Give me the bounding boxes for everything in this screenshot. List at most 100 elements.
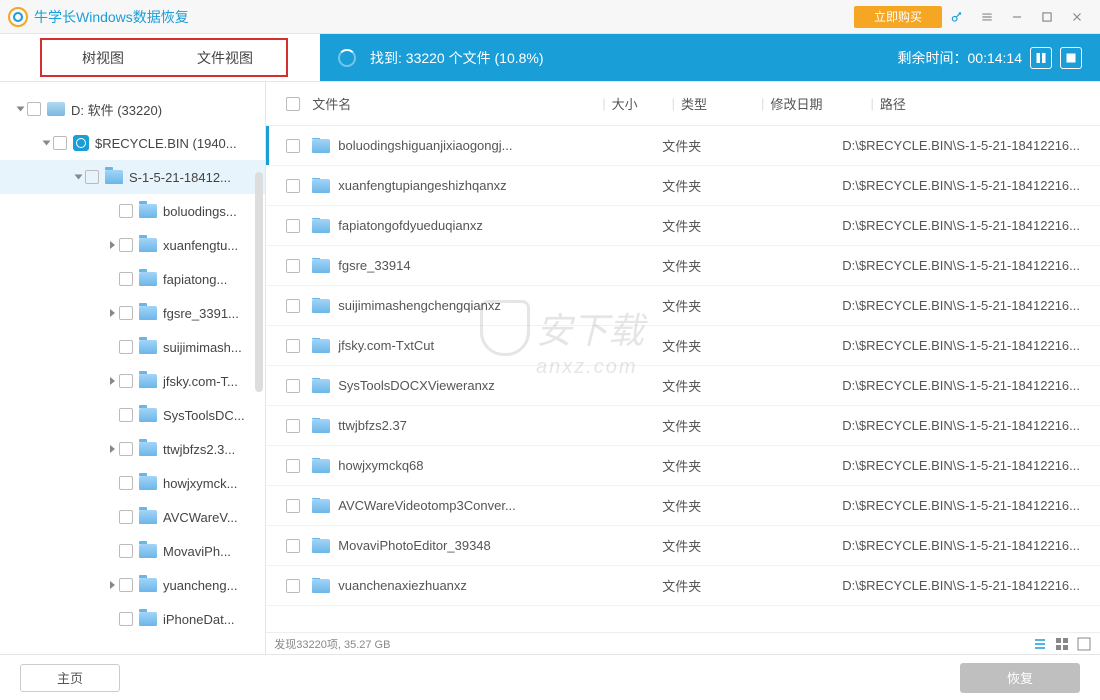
buy-button[interactable]: 立即购买 xyxy=(854,6,942,28)
tree-item[interactable]: iPhoneDat... xyxy=(0,602,265,636)
recover-button[interactable]: 恢复 xyxy=(960,663,1080,693)
file-path: D:\$RECYCLE.BIN\S-1-5-21-18412216... xyxy=(842,378,1080,393)
file-name: fgsre_33914 xyxy=(338,258,410,273)
checkbox[interactable] xyxy=(119,442,133,456)
checkbox[interactable] xyxy=(53,136,67,150)
tree-item[interactable]: fgsre_3391... xyxy=(0,296,265,330)
tree-item[interactable]: xuanfengtu... xyxy=(0,228,265,262)
tree-item[interactable]: MovaviPh... xyxy=(0,534,265,568)
tree-item[interactable]: SysToolsDC... xyxy=(0,398,265,432)
tree-item[interactable]: boluodings... xyxy=(0,194,265,228)
col-date[interactable]: 修改日期 xyxy=(770,94,870,113)
key-icon[interactable] xyxy=(942,0,972,34)
checkbox[interactable] xyxy=(27,102,41,116)
file-path: D:\$RECYCLE.BIN\S-1-5-21-18412216... xyxy=(842,498,1080,513)
file-row[interactable]: fapiatongofdyueduqianxz文件夹D:\$RECYCLE.BI… xyxy=(266,206,1100,246)
tree-item[interactable]: yuancheng... xyxy=(0,568,265,602)
file-row[interactable]: suijimimashengchengqianxz文件夹D:\$RECYCLE.… xyxy=(266,286,1100,326)
tree-label: S-1-5-21-18412... xyxy=(129,170,231,185)
file-row[interactable]: jfsky.com-TxtCut文件夹D:\$RECYCLE.BIN\S-1-5… xyxy=(266,326,1100,366)
view-detail-icon[interactable] xyxy=(1076,636,1092,652)
file-path: D:\$RECYCLE.BIN\S-1-5-21-18412216... xyxy=(842,338,1080,353)
tree-item[interactable]: ttwjbfzs2.3... xyxy=(0,432,265,466)
footer: 主页 恢复 xyxy=(0,654,1100,700)
file-row[interactable]: howjxymckq68文件夹D:\$RECYCLE.BIN\S-1-5-21-… xyxy=(266,446,1100,486)
tree-item[interactable]: jfsky.com-T... xyxy=(0,364,265,398)
checkbox[interactable] xyxy=(85,170,99,184)
file-type: 文件夹 xyxy=(662,256,742,275)
checkbox[interactable] xyxy=(286,339,300,353)
tree-recycle[interactable]: $RECYCLE.BIN (1940... xyxy=(0,126,265,160)
checkbox[interactable] xyxy=(286,259,300,273)
file-row[interactable]: SysToolsDOCXVieweranxz文件夹D:\$RECYCLE.BIN… xyxy=(266,366,1100,406)
view-grid-icon[interactable] xyxy=(1054,636,1070,652)
tab-tree-view[interactable]: 树视图 xyxy=(42,40,164,75)
folder-icon xyxy=(312,299,330,313)
pause-button[interactable] xyxy=(1030,47,1052,69)
file-row[interactable]: ttwjbfzs2.37文件夹D:\$RECYCLE.BIN\S-1-5-21-… xyxy=(266,406,1100,446)
checkbox[interactable] xyxy=(286,419,300,433)
checkbox[interactable] xyxy=(119,476,133,490)
checkbox[interactable] xyxy=(119,272,133,286)
tree-item[interactable]: fapiatong... xyxy=(0,262,265,296)
scan-status-bar: 找到: 33220 个文件 (10.8%) 剩余时间： 00:14:14 xyxy=(320,34,1100,81)
expand-icon[interactable] xyxy=(110,241,115,249)
menu-icon[interactable] xyxy=(972,0,1002,34)
tree-item[interactable]: howjxymck... xyxy=(0,466,265,500)
folder-icon xyxy=(312,459,330,473)
folder-icon xyxy=(139,442,157,456)
checkbox[interactable] xyxy=(286,499,300,513)
checkbox[interactable] xyxy=(286,219,300,233)
close-icon[interactable] xyxy=(1062,0,1092,34)
tree-sid[interactable]: S-1-5-21-18412... xyxy=(0,160,265,194)
tree-item[interactable]: AVCWareV... xyxy=(0,500,265,534)
file-row[interactable]: boluodingshiguanjixiaogongj...文件夹D:\$REC… xyxy=(266,126,1100,166)
checkbox[interactable] xyxy=(119,544,133,558)
col-type[interactable]: 类型 xyxy=(681,94,761,113)
checkbox[interactable] xyxy=(119,374,133,388)
tab-file-view[interactable]: 文件视图 xyxy=(164,40,286,75)
col-name[interactable]: 文件名 xyxy=(312,94,602,113)
checkbox-all[interactable] xyxy=(286,97,300,111)
checkbox[interactable] xyxy=(286,459,300,473)
folder-icon xyxy=(139,544,157,558)
checkbox[interactable] xyxy=(119,578,133,592)
checkbox[interactable] xyxy=(119,204,133,218)
expand-icon[interactable] xyxy=(110,309,115,317)
checkbox[interactable] xyxy=(286,299,300,313)
tree-item[interactable]: suijimimash... xyxy=(0,330,265,364)
file-row[interactable]: xuanfengtupiangeshizhqanxz文件夹D:\$RECYCLE… xyxy=(266,166,1100,206)
view-list-icon[interactable] xyxy=(1032,636,1048,652)
file-row[interactable]: AVCWareVideotomp3Conver...文件夹D:\$RECYCLE… xyxy=(266,486,1100,526)
minimize-icon[interactable] xyxy=(1002,0,1032,34)
file-row[interactable]: fgsre_33914文件夹D:\$RECYCLE.BIN\S-1-5-21-1… xyxy=(266,246,1100,286)
expand-icon[interactable] xyxy=(110,377,115,385)
checkbox[interactable] xyxy=(119,340,133,354)
content-pane: 文件名 |大小 |类型 |修改日期 |路径 boluodingshiguanji… xyxy=(266,82,1100,654)
checkbox[interactable] xyxy=(119,306,133,320)
file-type: 文件夹 xyxy=(662,456,742,475)
checkbox[interactable] xyxy=(119,510,133,524)
checkbox[interactable] xyxy=(286,579,300,593)
file-path: D:\$RECYCLE.BIN\S-1-5-21-18412216... xyxy=(842,458,1080,473)
folder-icon xyxy=(139,204,157,218)
maximize-icon[interactable] xyxy=(1032,0,1062,34)
file-row[interactable]: MovaviPhotoEditor_39348文件夹D:\$RECYCLE.BI… xyxy=(266,526,1100,566)
stop-button[interactable] xyxy=(1060,47,1082,69)
expand-icon[interactable] xyxy=(110,445,115,453)
file-row[interactable]: vuanchenaxiezhuanxz文件夹D:\$RECYCLE.BIN\S-… xyxy=(266,566,1100,606)
tree-label: SysToolsDC... xyxy=(163,408,245,423)
home-button[interactable]: 主页 xyxy=(20,664,120,692)
col-path[interactable]: 路径 xyxy=(880,94,1080,113)
expand-icon[interactable] xyxy=(110,581,115,589)
col-size[interactable]: 大小 xyxy=(612,94,672,113)
scrollbar[interactable] xyxy=(255,172,263,392)
checkbox[interactable] xyxy=(119,612,133,626)
checkbox[interactable] xyxy=(119,238,133,252)
tree-drive[interactable]: D: 软件 (33220) xyxy=(0,92,265,126)
checkbox[interactable] xyxy=(286,179,300,193)
checkbox[interactable] xyxy=(286,139,300,153)
checkbox[interactable] xyxy=(286,379,300,393)
checkbox[interactable] xyxy=(119,408,133,422)
checkbox[interactable] xyxy=(286,539,300,553)
